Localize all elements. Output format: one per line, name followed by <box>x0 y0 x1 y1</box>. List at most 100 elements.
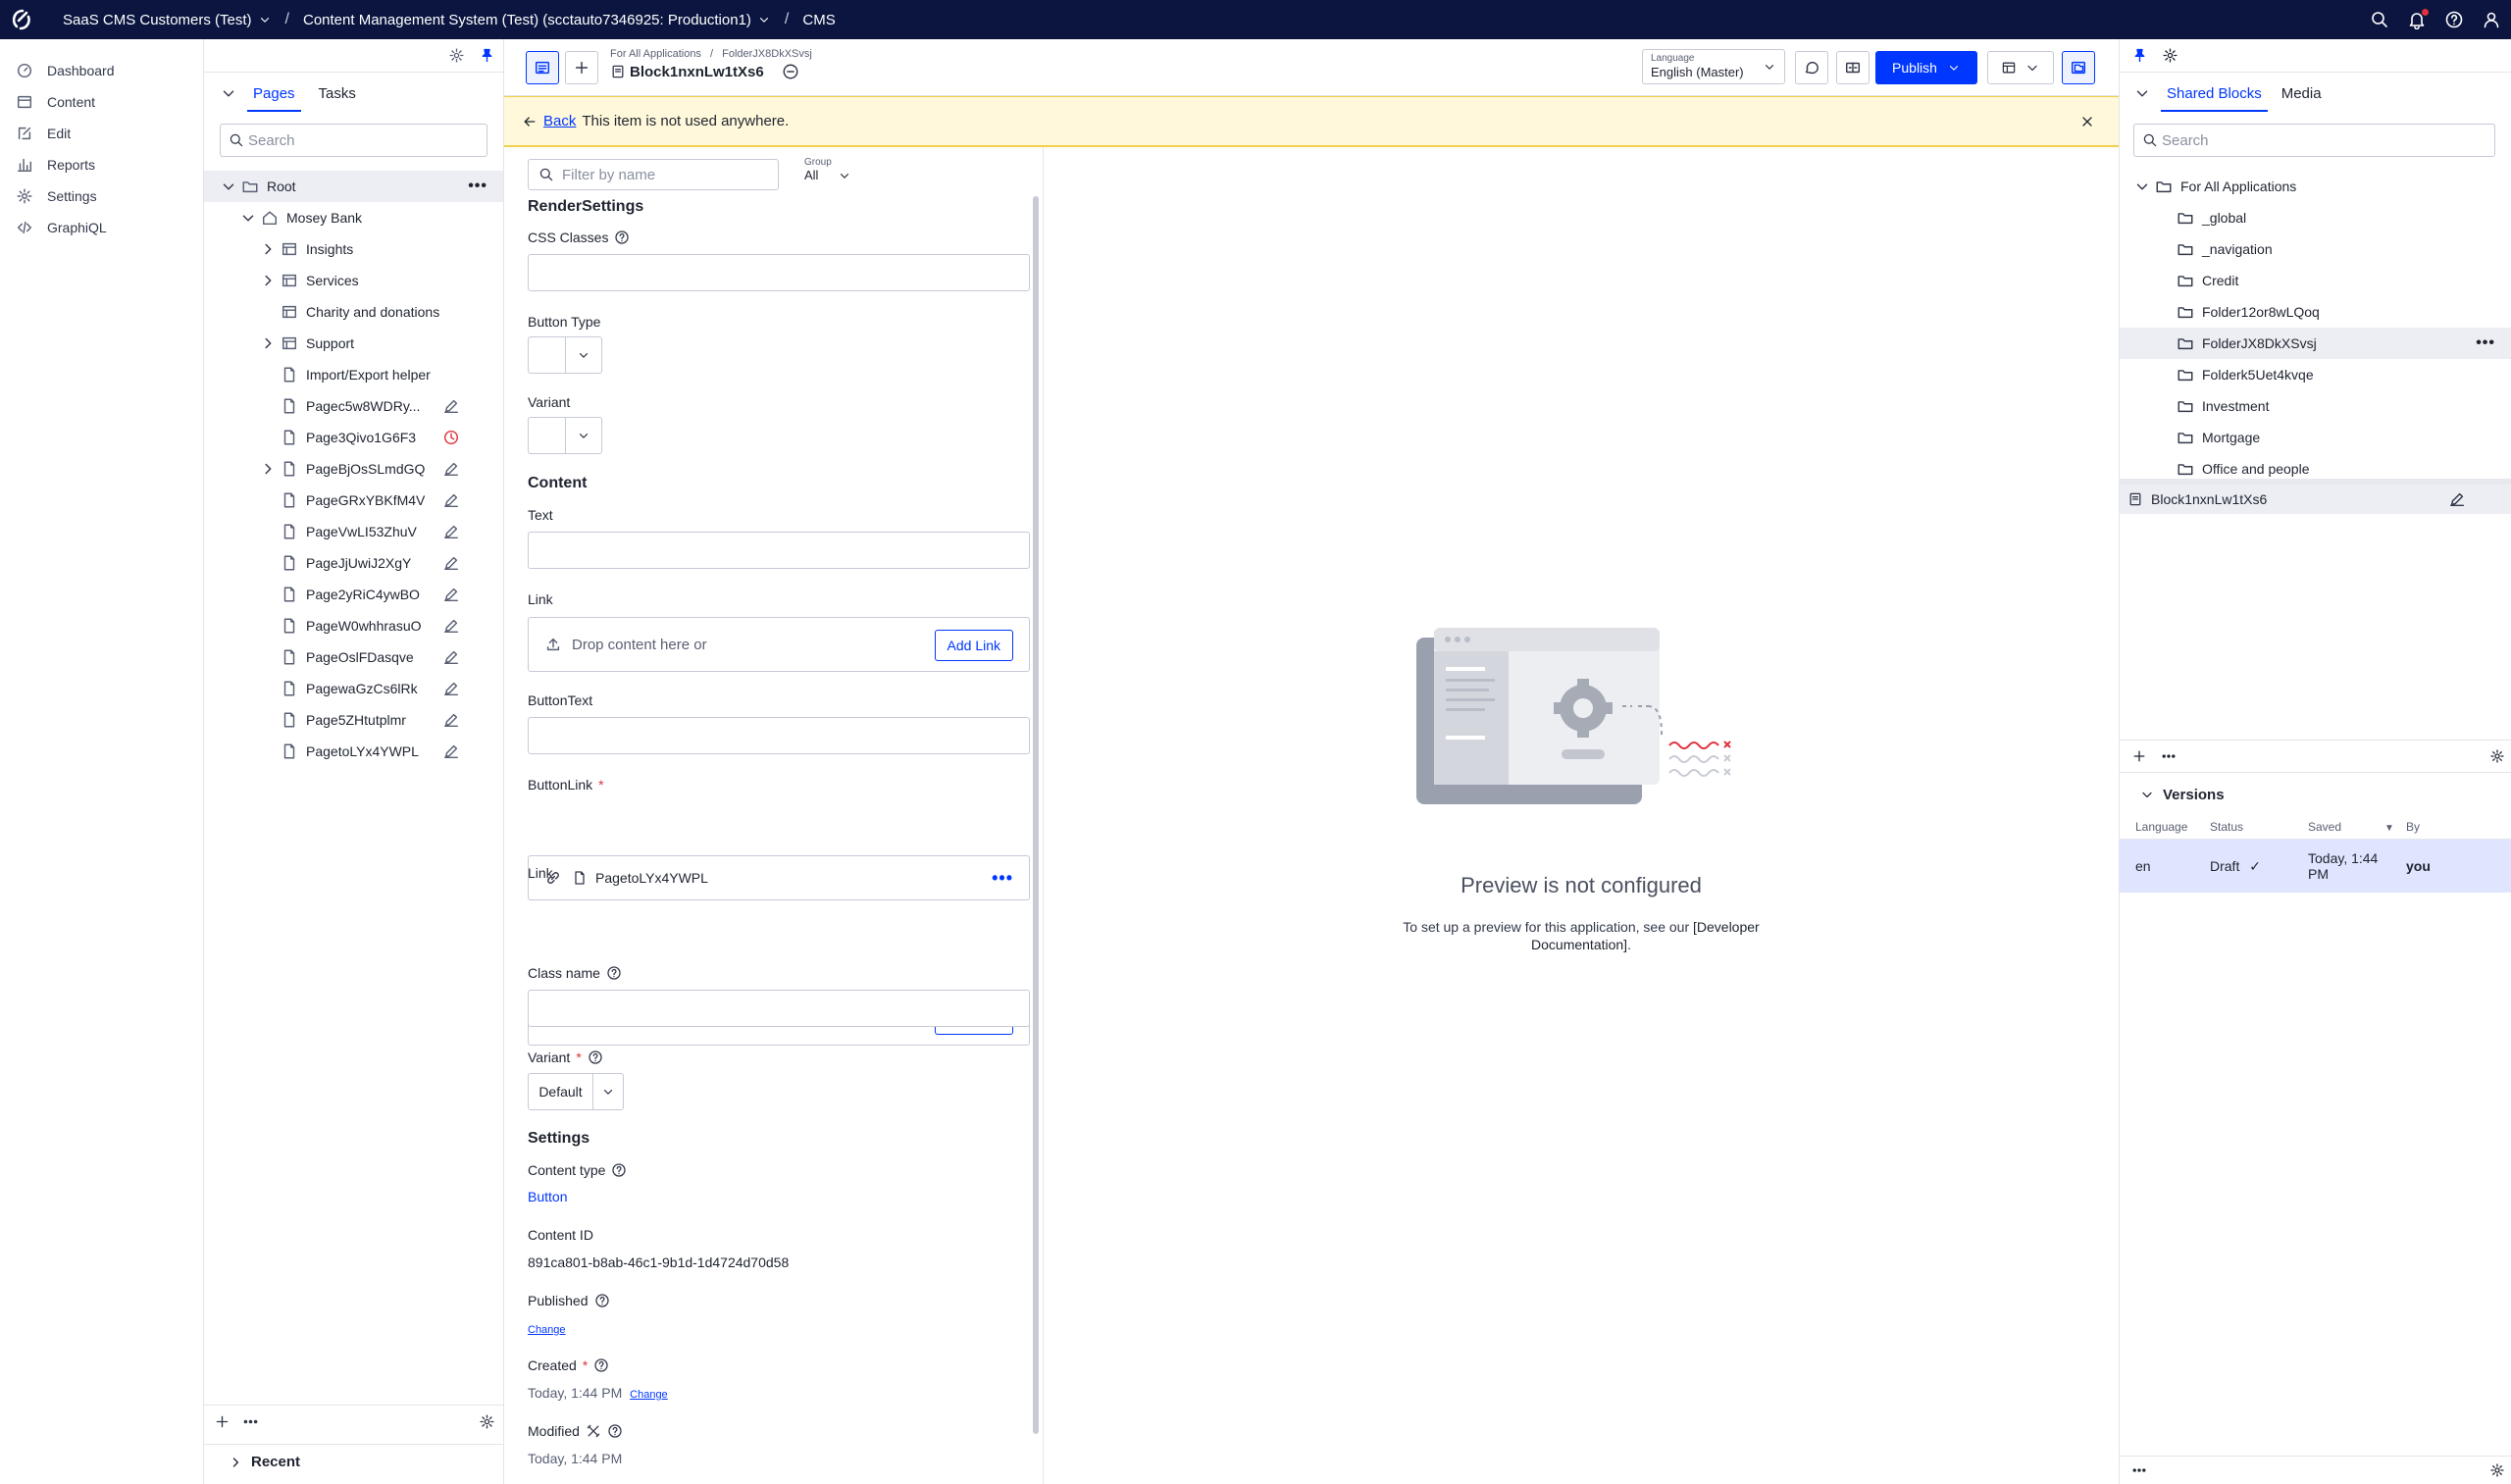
tree-row[interactable]: Charity and donations <box>204 296 503 328</box>
more-icon[interactable] <box>2161 748 2177 764</box>
more-circle-icon[interactable] <box>782 63 799 80</box>
variant-select[interactable] <box>528 417 602 454</box>
help-icon[interactable] <box>588 1049 603 1065</box>
tree-row[interactable]: _navigation <box>2120 233 2511 265</box>
tree-row[interactable]: Folder12or8wLQoq <box>2120 296 2511 328</box>
tree-row[interactable]: PageGRxYBKfM4V <box>204 485 503 516</box>
tree-row[interactable]: Pagec5w8WDRy... <box>204 390 503 422</box>
more-icon[interactable]: ••• <box>468 178 487 195</box>
help-icon[interactable] <box>606 965 622 981</box>
column-header[interactable]: Status <box>2210 820 2308 834</box>
tree-row[interactable]: _global <box>2120 202 2511 233</box>
app-name[interactable]: CMS <box>802 12 835 28</box>
tab-pages[interactable]: Pages <box>247 85 301 112</box>
variant2-select[interactable]: Default <box>528 1073 624 1110</box>
tree-row[interactable]: Credit <box>2120 265 2511 296</box>
gear-icon[interactable] <box>479 1413 495 1430</box>
content-type-link[interactable]: Button <box>528 1189 1030 1204</box>
created-change-link[interactable]: Change <box>630 1389 668 1401</box>
edit-icon[interactable] <box>442 523 460 540</box>
edit-icon[interactable] <box>442 742 460 760</box>
chevron-down-icon[interactable] <box>239 209 257 227</box>
search-icon[interactable] <box>2370 10 2389 29</box>
app-logo-icon[interactable] <box>0 0 43 39</box>
chevron-down-icon[interactable] <box>220 178 237 195</box>
column-header[interactable]: Language <box>2120 820 2210 834</box>
edit-icon[interactable] <box>442 460 460 478</box>
published-change-link[interactable]: Change <box>528 1324 566 1336</box>
gear-icon[interactable] <box>448 47 465 64</box>
tree-row[interactable]: Mosey Bank <box>204 202 503 233</box>
block-list-item[interactable]: Block1nxnLw1tXs6 <box>2120 485 2511 514</box>
help-icon[interactable] <box>614 230 630 245</box>
gear-icon[interactable] <box>2162 47 2178 64</box>
toggle-assets-panel-button[interactable] <box>2062 51 2095 84</box>
compare-button[interactable] <box>1836 51 1870 84</box>
user-icon[interactable] <box>2482 10 2501 29</box>
tree-row[interactable]: Mortgage <box>2120 422 2511 453</box>
edit-icon[interactable] <box>442 491 460 509</box>
edit-icon[interactable] <box>2448 490 2466 508</box>
help-icon[interactable] <box>594 1293 610 1308</box>
publish-button[interactable]: Publish <box>1875 51 1977 84</box>
tree-row[interactable]: Folderk5Uet4kvqe <box>2120 359 2511 390</box>
project-switcher[interactable]: Content Management System (Test) (scctau… <box>303 12 771 28</box>
tree-row[interactable]: PagetoLYx4YWPL <box>204 736 503 767</box>
edit-icon[interactable] <box>442 554 460 572</box>
chevron-down-icon[interactable] <box>2133 84 2151 102</box>
more-icon[interactable] <box>2131 1462 2147 1478</box>
add-button[interactable] <box>565 51 598 84</box>
chevron-right-icon[interactable] <box>259 334 277 352</box>
more-icon[interactable] <box>242 1413 259 1430</box>
path-segment[interactable]: For All Applications <box>610 48 701 60</box>
form-scrollbar[interactable] <box>1033 196 1039 1434</box>
tree-row[interactable]: Investment <box>2120 390 2511 422</box>
plus-icon[interactable] <box>2131 748 2147 764</box>
column-header[interactable]: By <box>2406 820 2511 834</box>
nav-dashboard[interactable]: Dashboard <box>0 55 203 86</box>
gear-icon[interactable] <box>2489 1462 2505 1478</box>
form-view-button[interactable] <box>526 51 559 84</box>
button-text-input[interactable] <box>528 717 1030 754</box>
tree-row[interactable]: PageVwLI53ZhuV <box>204 516 503 547</box>
text-input[interactable] <box>528 532 1030 569</box>
help-icon[interactable] <box>607 1423 623 1439</box>
tree-row[interactable]: Root ••• <box>204 171 503 202</box>
back-link[interactable]: Back <box>543 113 576 129</box>
tree-row[interactable]: Insights <box>204 233 503 265</box>
tree-row[interactable]: Support <box>204 328 503 359</box>
recent-section[interactable]: Recent <box>204 1444 503 1479</box>
tab-shared-blocks[interactable]: Shared Blocks <box>2161 85 2268 112</box>
plus-icon[interactable] <box>214 1413 231 1430</box>
chevron-down-icon[interactable] <box>2133 178 2151 195</box>
class-name-input[interactable] <box>528 990 1030 1027</box>
pages-search-input[interactable]: Search <box>220 124 487 157</box>
versions-header[interactable]: Versions <box>2120 775 2511 814</box>
help-icon[interactable] <box>611 1162 627 1178</box>
version-row[interactable]: en Draft ✓ Today, 1:44 PM you <box>2120 840 2511 893</box>
chevron-right-icon[interactable] <box>259 460 277 478</box>
edit-icon[interactable] <box>442 648 460 666</box>
column-header-saved[interactable]: Saved ▼ <box>2308 820 2406 834</box>
gear-icon[interactable] <box>2489 748 2505 764</box>
tab-tasks[interactable]: Tasks <box>313 85 362 112</box>
language-select[interactable]: Language English (Master) <box>1642 49 1785 84</box>
pin-icon[interactable] <box>2131 47 2148 64</box>
chevron-down-icon[interactable] <box>220 84 237 102</box>
chevron-right-icon[interactable] <box>259 272 277 289</box>
tree-row[interactable]: Page5ZHtutplmr <box>204 704 503 736</box>
css-classes-input[interactable] <box>528 254 1030 291</box>
nav-reports[interactable]: Reports <box>0 149 203 180</box>
tree-row[interactable]: PageBjOsSLmdGQ <box>204 453 503 485</box>
tree-row[interactable]: PageW0whhrasuO <box>204 610 503 641</box>
blocks-search-input[interactable]: Search <box>2133 124 2495 157</box>
comments-button[interactable] <box>1795 51 1828 84</box>
edit-icon[interactable] <box>442 617 460 635</box>
button-type-select[interactable] <box>528 336 602 374</box>
nav-settings[interactable]: Settings <box>0 180 203 212</box>
more-icon[interactable]: ••• <box>2476 334 2495 352</box>
nav-content[interactable]: Content <box>0 86 203 118</box>
nav-edit[interactable]: Edit <box>0 118 203 149</box>
notifications-button[interactable] <box>2407 9 2429 29</box>
tree-row[interactable]: Services <box>204 265 503 296</box>
